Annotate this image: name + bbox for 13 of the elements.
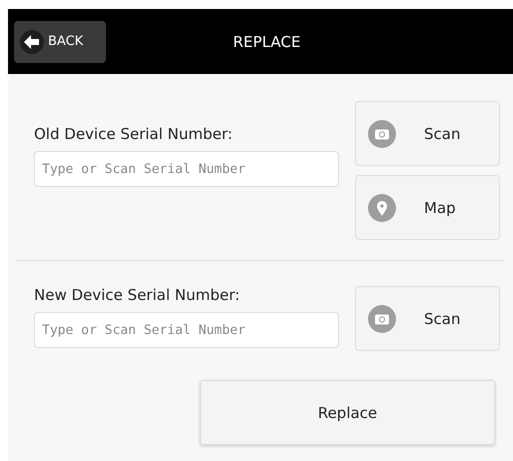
replace-button[interactable]: Replace [200, 380, 495, 445]
page-title: REPLACE [233, 32, 301, 50]
serial-number-field[interactable]: Type or Scan Serial Number [34, 151, 339, 187]
map-button[interactable]: Map [355, 175, 500, 240]
scan-button[interactable]: Scan [355, 286, 500, 351]
scan-button[interactable]: Scan [355, 101, 500, 166]
camera-icon [368, 120, 396, 148]
map-pin-icon [368, 194, 396, 222]
back-button[interactable]: BACK [14, 20, 106, 62]
field-label: Old Device Serial Number: [34, 125, 234, 143]
camera-icon [368, 304, 396, 332]
field-label: New Device Serial Number: [34, 286, 241, 304]
serial-number-field[interactable]: Type or Scan Serial Number [34, 312, 339, 348]
